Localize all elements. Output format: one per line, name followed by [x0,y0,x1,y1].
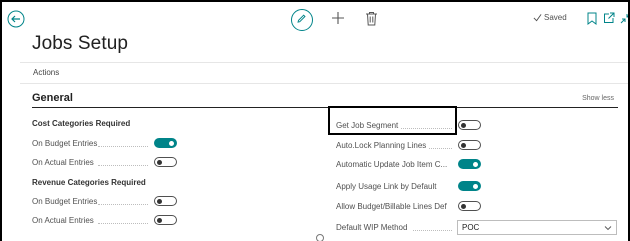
toggle-revenue-on-actual[interactable] [154,215,177,225]
actions-menu[interactable]: Actions [33,68,59,77]
field-label-revenue-on-actual: On Actual Entries [32,216,94,225]
bookmark-icon[interactable] [587,12,597,25]
field-label-automatic-update-job-item: Automatic Update Job Item C... [336,160,448,169]
wip-select-value: POC [462,223,480,232]
trash-icon[interactable] [365,11,378,26]
field-label-auto-lock-planning-lines: Auto.Lock Planning Lines [336,141,427,150]
toggle-cost-on-actual[interactable] [154,157,177,167]
toggle-auto-lock-planning-lines[interactable] [458,140,481,150]
actions-bar: Actions [20,62,628,84]
field-label-allow-budget-billable: Allow Budget/Billable Lines Def [336,202,447,211]
dotted-leader [98,204,148,205]
toggle-get-job-segment[interactable] [458,120,481,130]
field-label-cost-on-actual: On Actual Entries [32,158,94,167]
resize-handle-icon[interactable] [316,234,324,241]
saved-status: Saved [533,13,567,22]
cost-categories-heading: Cost Categories Required [32,119,131,128]
dotted-leader [98,146,148,147]
field-label-cost-on-budget: On Budget Entries [32,139,98,148]
toggle-revenue-on-budget[interactable] [154,196,177,206]
general-section-heading[interactable]: General [32,92,73,104]
arrow-left-icon[interactable] [7,10,25,28]
toggle-apply-usage-link[interactable] [458,181,481,191]
page-frame: Saved Jobs Setup Actions General Show le… [0,0,630,241]
saved-text: Saved [544,13,567,22]
dotted-leader [98,165,148,166]
page-title: Jobs Setup [32,33,129,54]
dotted-leader [413,230,452,231]
section-divider [32,107,618,108]
show-less-link[interactable]: Show less [582,95,614,102]
toggle-cost-on-budget[interactable] [154,138,177,148]
dotted-leader [98,223,148,224]
field-label-revenue-on-budget: On Budget Entries [32,197,98,206]
command-bar: Saved [2,2,628,36]
pencil-icon [297,14,306,23]
dotted-leader [429,148,452,149]
plus-icon[interactable] [331,11,345,25]
revenue-categories-heading: Revenue Categories Required [32,178,146,187]
default-wip-method-select[interactable]: POC [457,220,617,235]
toggle-automatic-update-job-item[interactable] [458,159,481,169]
popout-icon[interactable] [603,12,615,24]
edit-button[interactable] [291,9,313,31]
field-label-default-wip-method: Default WIP Method [336,223,408,232]
selection-highlight-box [328,106,457,135]
field-label-apply-usage-link: Apply Usage Link by Default [336,182,437,191]
toggle-allow-budget-billable[interactable] [458,201,481,211]
chevron-down-icon [604,226,612,231]
checkmark-icon [533,14,542,22]
collapse-icon[interactable] [620,12,630,24]
